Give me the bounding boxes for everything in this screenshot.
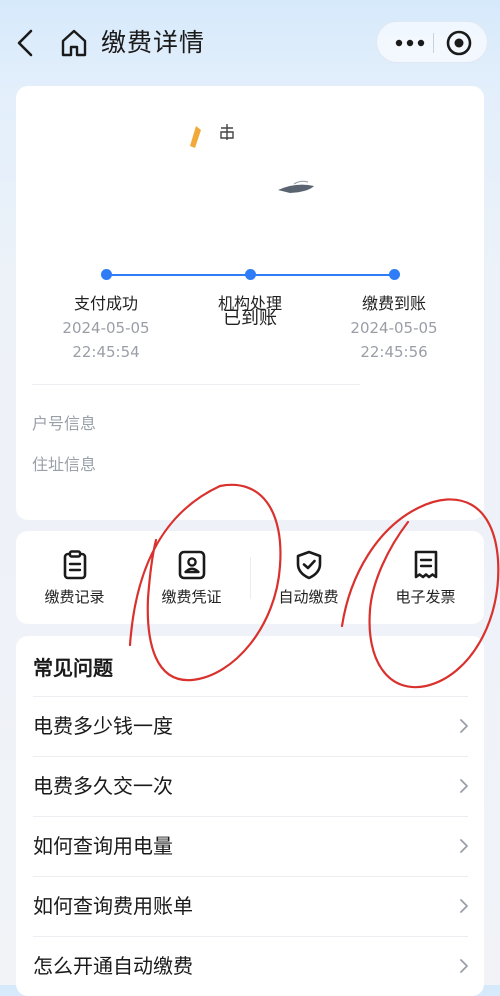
timeline-step-paid: 支付成功 2024-05-05 22:45:54: [41, 292, 171, 364]
chevron-right-icon: [460, 839, 468, 853]
action-label: 缴费凭证: [161, 588, 222, 606]
payment-voucher-button[interactable]: 缴费凭证: [133, 531, 250, 624]
faq-item[interactable]: 怎么开通自动缴费: [16, 936, 484, 996]
payment-status-card: 已到账 支付成功 2024-05-05 22:45:54 机构处理 缴费到账 2…: [16, 86, 484, 520]
step-label: 机构处理: [217, 294, 282, 313]
back-icon[interactable]: [12, 26, 42, 60]
faq-item-label: 如何查询费用账单: [33, 894, 193, 918]
step-time: 22:45:56: [360, 343, 428, 361]
faq-divider: [33, 936, 468, 937]
faq-item[interactable]: 电费多久交一次: [16, 756, 484, 816]
faq-item-label: 如何查询用电量: [33, 834, 173, 858]
chevron-right-icon: [460, 959, 468, 973]
step-date: 2024-05-05: [350, 319, 438, 337]
faq-item[interactable]: 电费多少钱一度: [16, 696, 484, 756]
page-title: 缴费详情: [101, 28, 206, 57]
shield-check-icon: [296, 550, 322, 580]
chevron-right-icon: [460, 779, 468, 793]
user-badge-icon: [178, 550, 206, 580]
action-label: 缴费记录: [44, 588, 105, 606]
faq-item[interactable]: 如何查询用电量: [16, 816, 484, 876]
chevron-right-icon: [460, 719, 468, 733]
chevron-right-icon: [460, 899, 468, 913]
step-label: 缴费到账: [361, 294, 426, 313]
faq-card: 常见问题 电费多少钱一度 电费多久交一次 如何查询用电量 如何查询费用账单 怎么…: [16, 636, 484, 996]
account-info-label: 户号信息: [32, 414, 97, 433]
step-time: 22:45:54: [72, 343, 140, 361]
timeline-step-processing: 机构处理: [185, 292, 315, 316]
faq-divider: [33, 816, 468, 817]
receipt-icon: [414, 550, 438, 579]
top-navigation-bar: 缴费详情: [0, 0, 500, 86]
faq-divider: [33, 696, 468, 697]
faq-item-label: 电费多久交一次: [33, 774, 173, 798]
timeline-step-arrived: 缴费到账 2024-05-05 22:45:56: [329, 292, 459, 364]
auto-pay-button[interactable]: 自动缴费: [250, 531, 367, 624]
mini-program-capsule: [376, 21, 488, 63]
action-label: 电子发票: [395, 588, 456, 606]
faq-item[interactable]: 如何查询费用账单: [16, 876, 484, 936]
address-info-label: 住址信息: [32, 455, 97, 474]
step-label: 支付成功: [73, 294, 138, 313]
action-label: 自动缴费: [278, 588, 339, 606]
institution-logo-icon: [190, 124, 314, 193]
faq-item-label: 怎么开通自动缴费: [33, 954, 193, 978]
home-icon[interactable]: [60, 28, 88, 58]
clipboard-icon: [63, 550, 87, 580]
faq-title: 常见问题: [33, 656, 113, 680]
close-mini-program-icon[interactable]: [445, 29, 473, 57]
faq-item-label: 电费多少钱一度: [33, 714, 173, 738]
more-icon[interactable]: [391, 30, 429, 56]
timeline-dot: [101, 269, 112, 280]
timeline-dot: [245, 269, 256, 280]
actions-card: 缴费记录 缴费凭证 自动缴费 电子发票: [16, 531, 484, 624]
step-date: 2024-05-05: [62, 319, 150, 337]
capsule-divider: [433, 33, 434, 53]
faq-divider: [33, 756, 468, 757]
section-divider: [32, 384, 360, 385]
e-invoice-button[interactable]: 电子发票: [367, 531, 484, 624]
timeline-dot: [389, 269, 400, 280]
faq-divider: [33, 876, 468, 877]
payment-records-button[interactable]: 缴费记录: [16, 531, 133, 624]
